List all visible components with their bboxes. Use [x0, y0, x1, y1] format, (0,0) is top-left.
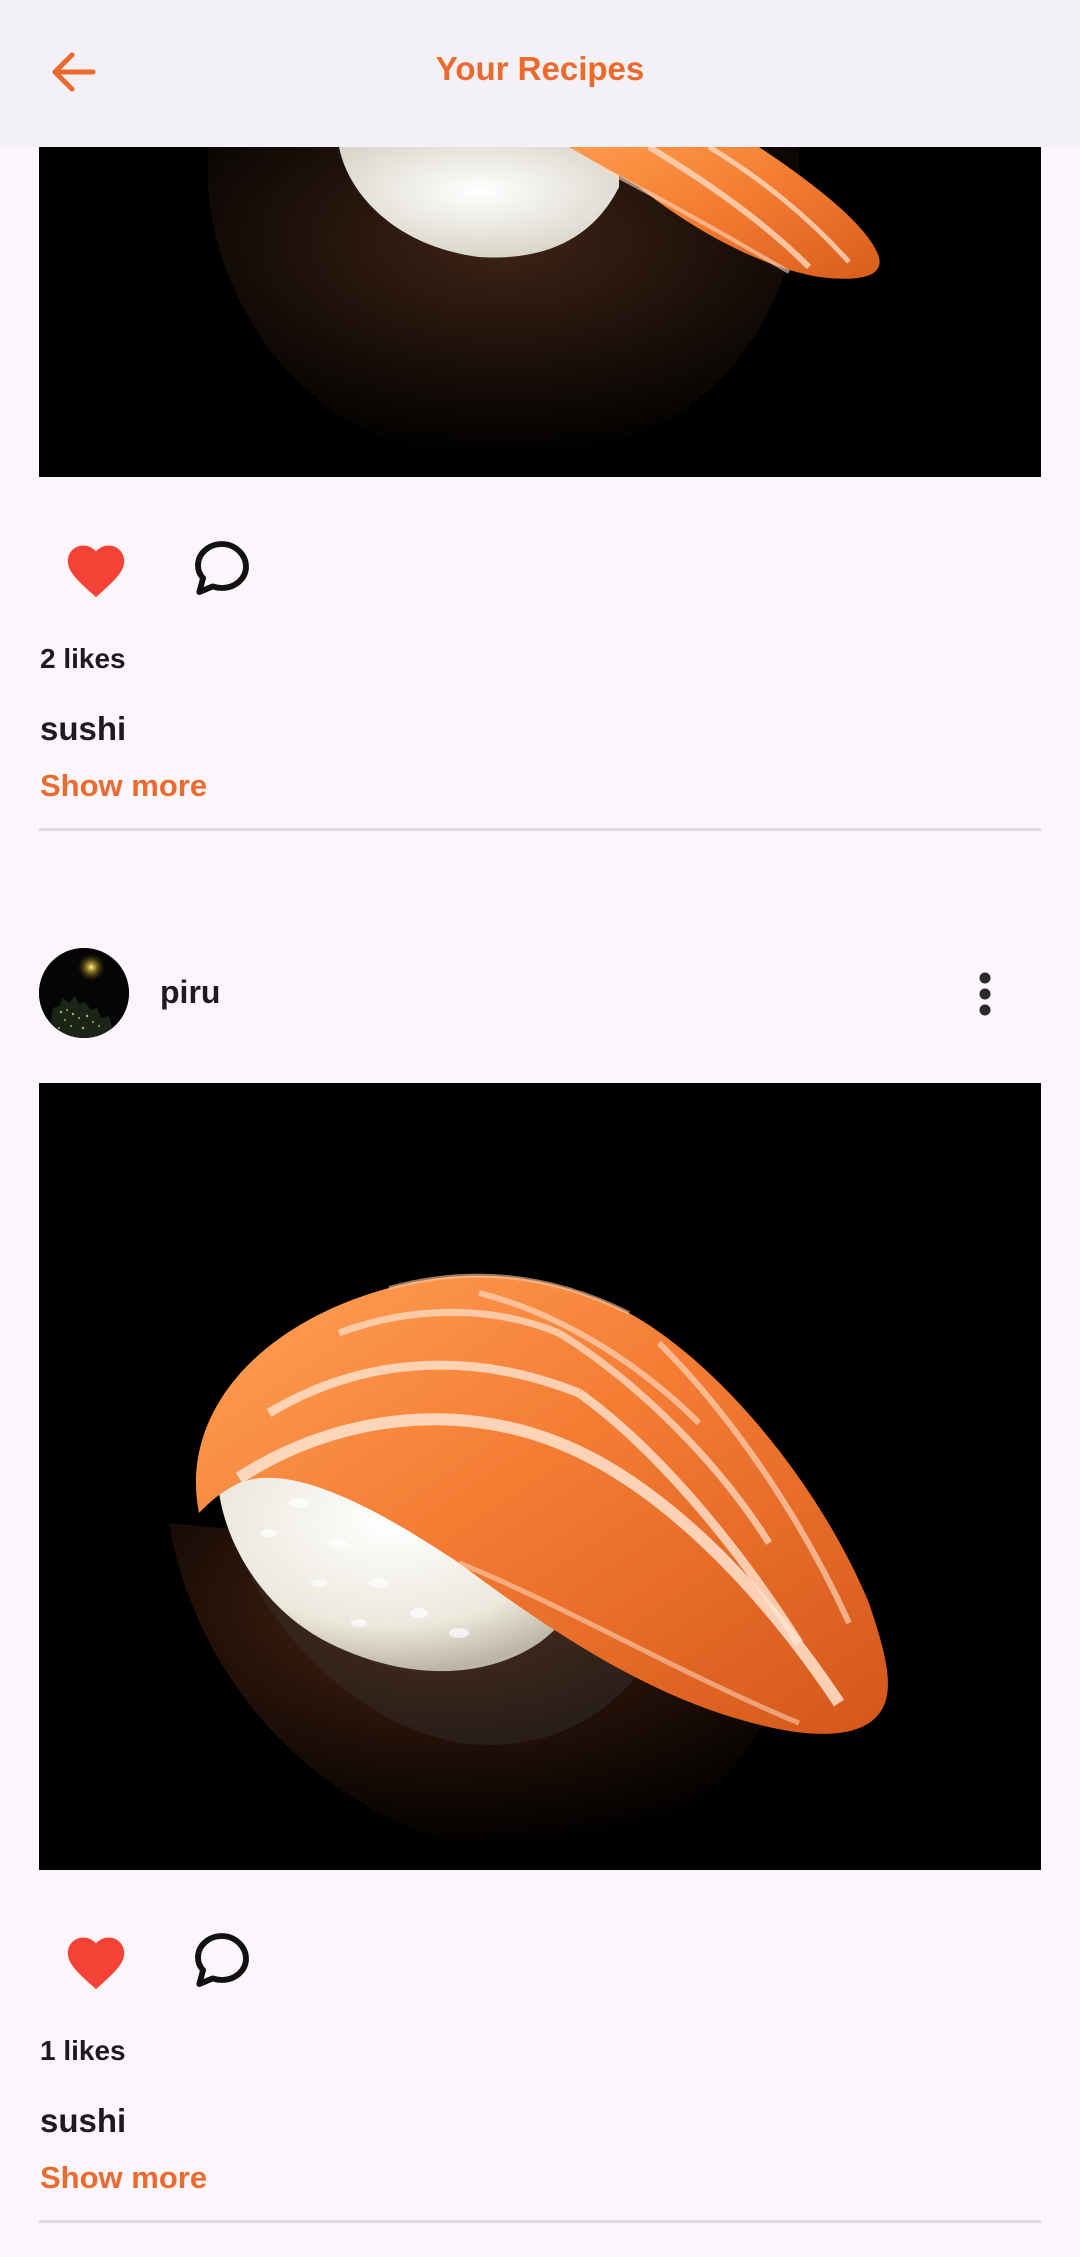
like-button[interactable]: [60, 1924, 132, 1996]
post-image[interactable]: [39, 147, 1041, 477]
likes-count: 1 likes: [40, 2035, 126, 2066]
post-divider: [39, 2220, 1041, 2223]
post-options-button[interactable]: [949, 958, 1021, 1030]
sushi-photo: [39, 1083, 1041, 1870]
avatar[interactable]: [39, 948, 129, 1038]
comment-button[interactable]: [186, 1924, 258, 1996]
heart-filled-icon: [67, 1937, 125, 1990]
like-button[interactable]: [60, 532, 132, 604]
post-header: piru: [39, 948, 1041, 1040]
more-vert-icon: [979, 972, 991, 1016]
top-app-bar: Your Recipes: [0, 0, 1080, 147]
sushi-photo: [39, 147, 1041, 477]
likes-count: 2 likes: [40, 643, 126, 674]
show-more-link[interactable]: Show more: [40, 768, 207, 804]
post-actions: [60, 528, 258, 608]
post-image[interactable]: [39, 1083, 1041, 1870]
comment-bubble-icon: [195, 1933, 249, 1987]
post-divider: [39, 828, 1041, 831]
page-title: Your Recipes: [435, 50, 645, 87]
heart-filled-icon: [67, 545, 125, 598]
post-actions: [60, 1920, 258, 2000]
show-more-link[interactable]: Show more: [40, 2160, 207, 2196]
post-caption: sushi: [40, 2102, 127, 2139]
comment-bubble-icon: [195, 541, 249, 595]
comment-button[interactable]: [186, 532, 258, 604]
post-author-username[interactable]: piru: [160, 974, 220, 1011]
post-caption: sushi: [40, 710, 127, 747]
night-city-avatar-image: [39, 948, 129, 1038]
